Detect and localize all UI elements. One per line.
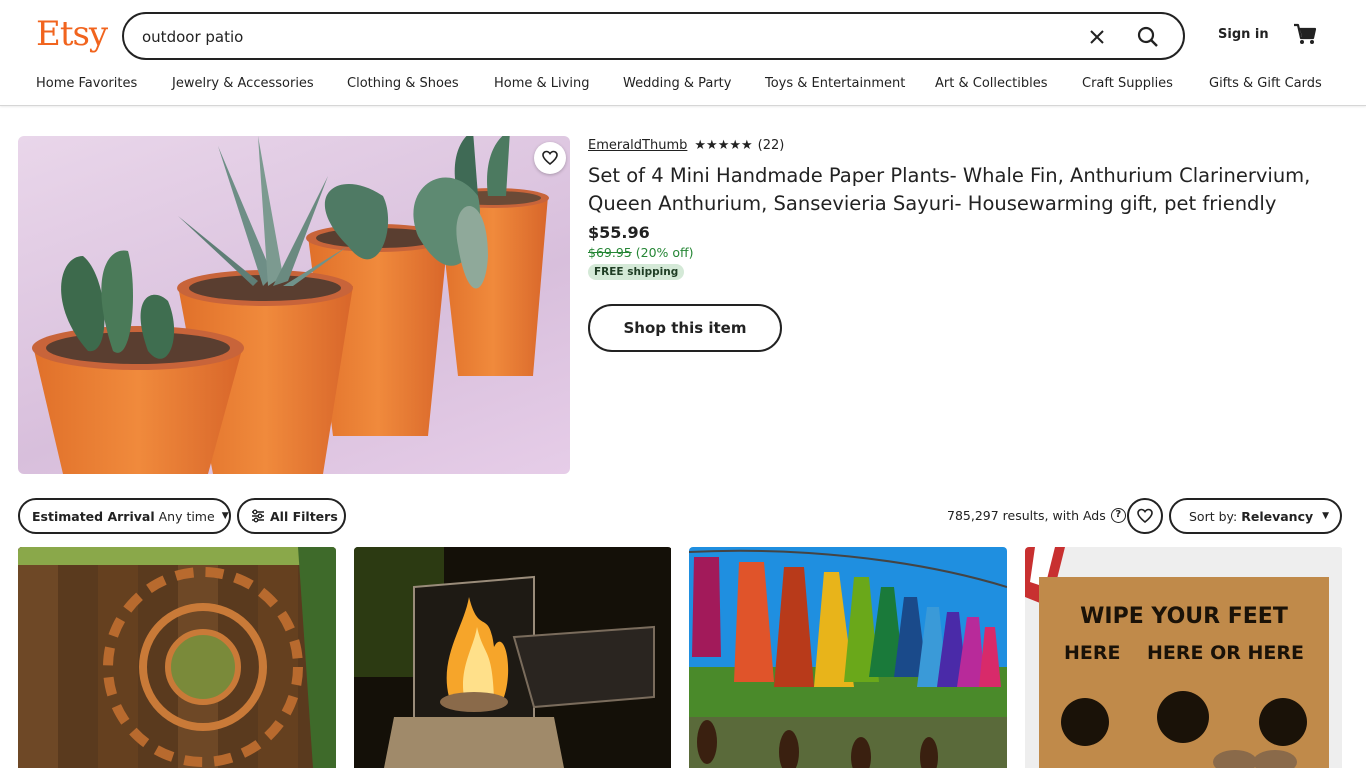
estimated-arrival-value: Any time	[158, 508, 215, 524]
search-bar	[122, 12, 1185, 60]
results-count: 785,297 results, with Ads ?	[947, 508, 1126, 523]
review-count: (22)	[757, 138, 785, 153]
shop-name-link[interactable]: EmeraldThumb	[588, 138, 687, 153]
listing-image-doormat[interactable]: WIPE YOUR FEET HERE HERE OR HERE	[1025, 547, 1343, 768]
heart-icon	[1137, 508, 1153, 524]
nav-clothing-shoes[interactable]: Clothing & Shoes	[347, 76, 459, 91]
favorite-heart-button[interactable]	[534, 142, 566, 174]
listing-image-sun-metal-art[interactable]	[18, 547, 336, 768]
ad-listing-title[interactable]: Set of 4 Mini Handmade Paper Plants- Wha…	[588, 162, 1328, 218]
free-shipping-badge: FREE shipping	[588, 264, 685, 280]
category-nav: Home Favorites Jewelry & Accessories Clo…	[0, 76, 1366, 96]
nav-art-collectibles[interactable]: Art & Collectibles	[935, 76, 1047, 91]
nav-craft-supplies[interactable]: Craft Supplies	[1082, 76, 1173, 91]
filter-sliders-icon	[251, 509, 265, 523]
sign-in-link[interactable]: Sign in	[1218, 27, 1269, 42]
search-input[interactable]	[142, 24, 1042, 50]
caret-down-icon: ▼	[221, 511, 229, 521]
results-text: 785,297 results, with Ads	[947, 508, 1106, 523]
shop-this-item-button[interactable]: Shop this item	[588, 304, 782, 352]
nav-gifts-gift-cards[interactable]: Gifts & Gift Cards	[1209, 76, 1322, 91]
sort-by-value: Relevancy	[1241, 508, 1314, 524]
caret-down-icon: ▼	[1322, 511, 1330, 521]
sort-by-label: Sort by:	[1189, 508, 1238, 524]
shop-rating-row: EmeraldThumb ★★★★★ (22)	[588, 138, 784, 153]
heart-icon	[542, 150, 558, 166]
all-filters-label: All Filters	[270, 508, 338, 524]
star-rating: ★★★★★	[694, 138, 753, 153]
save-search-heart-button[interactable]	[1127, 498, 1163, 534]
nav-home-favorites[interactable]: Home Favorites	[36, 76, 137, 91]
clear-search-icon[interactable]	[1084, 24, 1110, 50]
sale-price: $55.96	[588, 223, 650, 242]
discount-percent: (20% off)	[635, 245, 694, 260]
estimated-arrival-label: Estimated Arrival	[32, 508, 155, 524]
nav-home-living[interactable]: Home & Living	[494, 76, 589, 91]
nav-toys-entertainment[interactable]: Toys & Entertainment	[765, 76, 905, 91]
help-icon[interactable]: ?	[1110, 508, 1126, 523]
site-header: Etsy Sign in Home Favorites Jewelry & Ac…	[0, 0, 1366, 106]
search-icon[interactable]	[1132, 22, 1164, 52]
cart-icon[interactable]	[1291, 20, 1319, 48]
ad-listing-image[interactable]	[18, 136, 570, 474]
doormat-text-line-2: HERE HERE OR HERE	[1064, 642, 1304, 664]
estimated-arrival-dropdown[interactable]: Estimated Arrival Any time ▼	[18, 498, 231, 534]
listing-image-glass-wind-chimes[interactable]	[689, 547, 1007, 768]
all-filters-button[interactable]: All Filters	[237, 498, 346, 534]
nav-jewelry-accessories[interactable]: Jewelry & Accessories	[172, 76, 314, 91]
nav-wedding-party[interactable]: Wedding & Party	[623, 76, 731, 91]
original-price-row: $69.95 (20% off)	[588, 245, 694, 260]
listing-image-tabletop-fire-pit[interactable]	[354, 547, 672, 768]
etsy-logo[interactable]: Etsy	[36, 14, 108, 54]
sort-by-dropdown[interactable]: Sort by: Relevancy ▼	[1169, 498, 1342, 534]
original-price: $69.95	[588, 245, 632, 260]
doormat-text-line-1: WIPE YOUR FEET	[1080, 604, 1288, 629]
